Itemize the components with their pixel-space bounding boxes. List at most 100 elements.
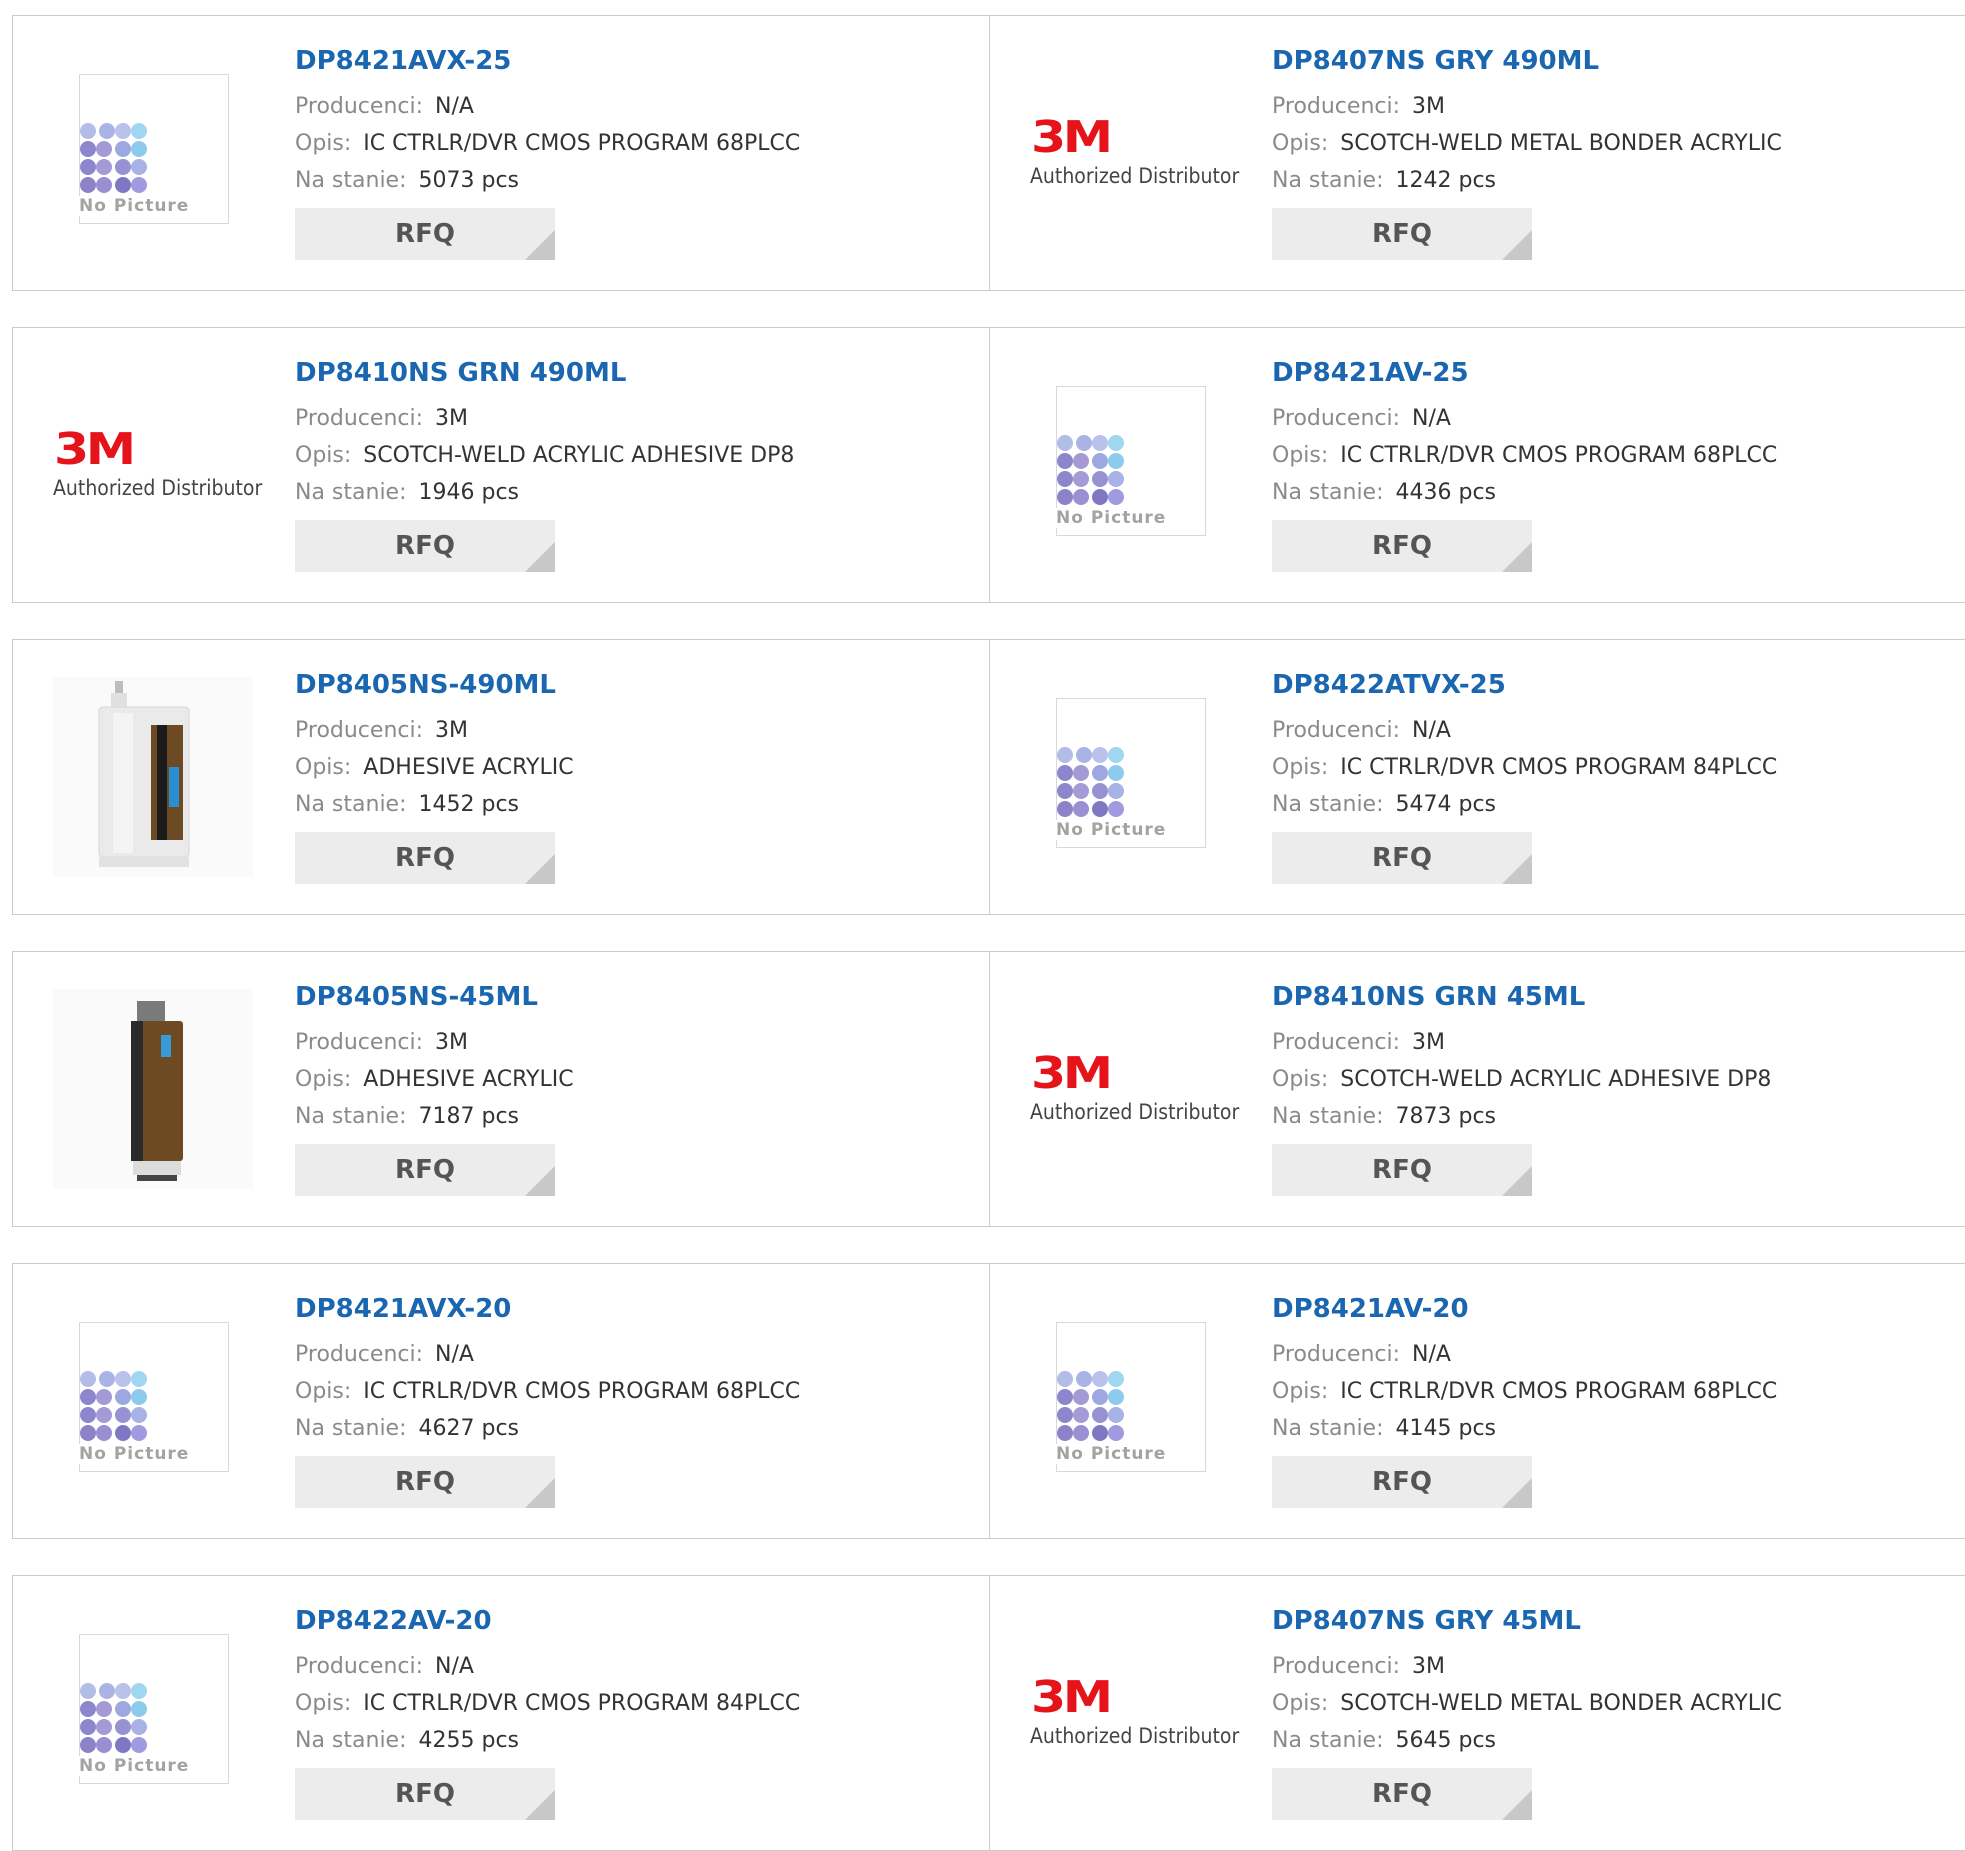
part-number-link[interactable]: DP8421AVX-25 bbox=[295, 44, 975, 78]
description-row: Opis: SCOTCH-WELD ACRYLIC ADHESIVE DP8 bbox=[295, 437, 975, 474]
description-label: Opis: bbox=[295, 443, 352, 468]
product-card: No Picture DP8421AV-25 Producenci: N/A Op… bbox=[989, 327, 1965, 603]
stock-value: 1242 pcs bbox=[1395, 168, 1497, 193]
product-info: DP8407NS GRY 490ML Producenci: 3M Opis: SC… bbox=[1272, 44, 1952, 260]
description-label: Opis: bbox=[295, 1067, 352, 1092]
description-row: Opis: IC CTRLR/DVR CMOS PROGRAM 68PLCC bbox=[295, 1373, 975, 1410]
stock-label: Na stanie: bbox=[295, 1416, 407, 1441]
rfq-button[interactable]: RFQ bbox=[295, 520, 555, 572]
description-label: Opis: bbox=[295, 755, 352, 780]
rfq-button-label: RFQ bbox=[395, 1155, 455, 1185]
3m-authorized-distributor-logo: 3M Authorized Distributor bbox=[53, 365, 262, 565]
product-info: DP8405NS-490ML Producenci: 3M Opis: ADHESI… bbox=[295, 668, 975, 884]
no-picture-image: No Picture bbox=[53, 53, 253, 253]
manufacturer-value: 3M bbox=[435, 718, 468, 743]
manufacturer-row: Producenci: 3M bbox=[1272, 88, 1952, 125]
placeholder-dots-icon bbox=[1056, 1371, 1126, 1441]
manufacturer-row: Producenci: N/A bbox=[1272, 1336, 1952, 1373]
authorized-distributor-caption: Authorized Distributor bbox=[1030, 164, 1240, 188]
rfq-button[interactable]: RFQ bbox=[295, 1144, 555, 1196]
description-row: Opis: SCOTCH-WELD ACRYLIC ADHESIVE DP8 bbox=[1272, 1061, 1952, 1098]
description-row: Opis: ADHESIVE ACRYLIC bbox=[295, 1061, 975, 1098]
manufacturer-label: Producenci: bbox=[295, 94, 424, 119]
manufacturer-label: Producenci: bbox=[1272, 1342, 1401, 1367]
rfq-button[interactable]: RFQ bbox=[1272, 1768, 1532, 1820]
3m-logo-mark: 3M bbox=[1031, 1048, 1113, 1099]
corner-triangle-icon bbox=[1502, 1166, 1532, 1196]
manufacturer-value: 3M bbox=[435, 1030, 468, 1055]
no-picture-label: No Picture bbox=[79, 1756, 196, 1776]
part-number-link[interactable]: DP8421AV-25 bbox=[1272, 356, 1952, 390]
corner-triangle-icon bbox=[525, 1478, 555, 1508]
corner-triangle-icon bbox=[1502, 854, 1532, 884]
no-picture-label: No Picture bbox=[79, 1444, 196, 1464]
part-number-link[interactable]: DP8410NS GRN 490ML bbox=[295, 356, 975, 390]
part-number-link[interactable]: DP8407NS GRY 490ML bbox=[1272, 44, 1952, 78]
part-number-link[interactable]: DP8421AVX-20 bbox=[295, 1292, 975, 1326]
product-info: DP8410NS GRN 490ML Producenci: 3M Opis: SC… bbox=[295, 356, 975, 572]
stock-row: Na stanie: 4145 pcs bbox=[1272, 1410, 1952, 1447]
rfq-button[interactable]: RFQ bbox=[1272, 1144, 1532, 1196]
part-number-link[interactable]: DP8421AV-20 bbox=[1272, 1292, 1952, 1326]
product-image[interactable] bbox=[53, 989, 253, 1189]
no-picture-image: No Picture bbox=[1030, 1301, 1230, 1501]
corner-triangle-icon bbox=[525, 542, 555, 572]
part-number-link[interactable]: DP8422ATVX-25 bbox=[1272, 668, 1952, 702]
description-value: SCOTCH-WELD ACRYLIC ADHESIVE DP8 bbox=[363, 443, 795, 468]
stock-label: Na stanie: bbox=[295, 792, 407, 817]
manufacturer-row: Producenci: 3M bbox=[295, 400, 975, 437]
no-picture-image: No Picture bbox=[53, 1613, 253, 1813]
3m-logo-mark: 3M bbox=[54, 424, 136, 475]
description-label: Opis: bbox=[1272, 1067, 1329, 1092]
description-value: IC CTRLR/DVR CMOS PROGRAM 68PLCC bbox=[363, 131, 801, 156]
part-number-link[interactable]: DP8422AV-20 bbox=[295, 1604, 975, 1638]
part-number-link[interactable]: DP8407NS GRY 45ML bbox=[1272, 1604, 1952, 1638]
rfq-button[interactable]: RFQ bbox=[295, 832, 555, 884]
manufacturer-label: Producenci: bbox=[295, 406, 424, 431]
stock-row: Na stanie: 4627 pcs bbox=[295, 1410, 975, 1447]
3m-logo-mark: 3M bbox=[1031, 1672, 1113, 1723]
rfq-button-label: RFQ bbox=[1372, 843, 1432, 873]
rfq-button-label: RFQ bbox=[395, 1779, 455, 1809]
product-card: No Picture DP8422AV-20 Producenci: N/A Op… bbox=[12, 1575, 992, 1851]
corner-triangle-icon bbox=[1502, 542, 1532, 572]
corner-triangle-icon bbox=[525, 230, 555, 260]
rfq-button[interactable]: RFQ bbox=[1272, 520, 1532, 572]
description-row: Opis: IC CTRLR/DVR CMOS PROGRAM 68PLCC bbox=[295, 125, 975, 162]
corner-triangle-icon bbox=[525, 1790, 555, 1820]
manufacturer-row: Producenci: N/A bbox=[1272, 400, 1952, 437]
rfq-button-label: RFQ bbox=[1372, 1155, 1432, 1185]
rfq-button-label: RFQ bbox=[395, 531, 455, 561]
description-label: Opis: bbox=[1272, 1379, 1329, 1404]
rfq-button[interactable]: RFQ bbox=[295, 1456, 555, 1508]
product-info: DP8405NS-45ML Producenci: 3M Opis: ADHESIV… bbox=[295, 980, 975, 1196]
rfq-button[interactable]: RFQ bbox=[295, 1768, 555, 1820]
product-card: 3M Authorized Distributor DP8410NS GRN 4… bbox=[12, 327, 992, 603]
manufacturer-row: Producenci: 3M bbox=[295, 712, 975, 749]
product-image[interactable] bbox=[53, 677, 253, 877]
corner-triangle-icon bbox=[525, 1166, 555, 1196]
stock-value: 5073 pcs bbox=[418, 168, 520, 193]
stock-label: Na stanie: bbox=[1272, 168, 1384, 193]
manufacturer-row: Producenci: N/A bbox=[295, 1336, 975, 1373]
stock-row: Na stanie: 5073 pcs bbox=[295, 162, 975, 199]
part-number-link[interactable]: DP8405NS-45ML bbox=[295, 980, 975, 1014]
part-number-link[interactable]: DP8405NS-490ML bbox=[295, 668, 975, 702]
rfq-button[interactable]: RFQ bbox=[1272, 832, 1532, 884]
no-picture-image: No Picture bbox=[1030, 677, 1230, 877]
rfq-button[interactable]: RFQ bbox=[1272, 208, 1532, 260]
part-number-link[interactable]: DP8410NS GRN 45ML bbox=[1272, 980, 1952, 1014]
description-row: Opis: SCOTCH-WELD METAL BONDER ACRYLIC bbox=[1272, 1685, 1952, 1722]
product-info: DP8422AV-20 Producenci: N/A Opis: IC CTRLR… bbox=[295, 1604, 975, 1820]
rfq-button[interactable]: RFQ bbox=[295, 208, 555, 260]
stock-row: Na stanie: 7187 pcs bbox=[295, 1098, 975, 1135]
rfq-button[interactable]: RFQ bbox=[1272, 1456, 1532, 1508]
manufacturer-value: N/A bbox=[1412, 718, 1451, 743]
manufacturer-row: Producenci: N/A bbox=[295, 1648, 975, 1685]
manufacturer-value: N/A bbox=[1412, 406, 1451, 431]
3m-authorized-distributor-logo: 3M Authorized Distributor bbox=[1030, 1613, 1239, 1813]
stock-row: Na stanie: 1242 pcs bbox=[1272, 162, 1952, 199]
product-card: No Picture DP8422ATVX-25 Producenci: N/A … bbox=[989, 639, 1965, 915]
product-card: DP8405NS-45ML Producenci: 3M Opis: ADHESIV… bbox=[12, 951, 992, 1227]
stock-row: Na stanie: 4436 pcs bbox=[1272, 474, 1952, 511]
